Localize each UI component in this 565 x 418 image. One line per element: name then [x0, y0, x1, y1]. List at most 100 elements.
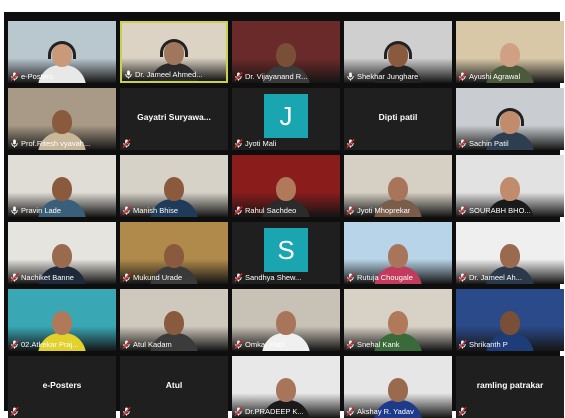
participant-name: Sachin Patil: [469, 139, 509, 148]
participant-name: Atul Kadam: [133, 340, 172, 349]
participant-label: Shrikanth P: [458, 340, 508, 349]
participant-name: Pravin Lade: [21, 206, 62, 215]
participant-name: Dr. Vijayanand R...: [245, 72, 308, 81]
mic-muted-icon: [234, 340, 243, 349]
mic-muted-icon: [10, 407, 19, 416]
participant-name: Sandhya Shew...: [245, 273, 302, 282]
participant-tile[interactable]: e-Posters: [8, 356, 116, 418]
mic-muted-icon: [458, 273, 467, 282]
participant-label: Sandhya Shew...: [234, 273, 301, 282]
participant-name: Prof.Ritesh vyavah...: [21, 139, 91, 148]
participant-label: [10, 407, 21, 416]
mic-muted-icon: [346, 407, 355, 416]
participant-tile[interactable]: SOURABH BHO...: [456, 155, 564, 217]
headset-icon: [496, 108, 524, 126]
participant-name-center: e-Posters: [42, 380, 82, 390]
participant-name: Dr. Jameel Ahmed...: [135, 70, 203, 79]
mic-muted-icon: [234, 407, 243, 416]
participant-label: Rutuja Chougale: [346, 273, 413, 282]
participant-tile[interactable]: e-Posters: [8, 21, 116, 83]
participant-tile[interactable]: S Sandhya Shew...: [232, 222, 340, 284]
participant-name: Dr.PRADEEP K...: [245, 407, 304, 416]
mic-muted-icon: [458, 340, 467, 349]
participant-label: Pravin Lade: [10, 206, 61, 215]
participant-label: Atul Kadam: [122, 340, 172, 349]
participant-label: Omkar Patil: [234, 340, 284, 349]
participant-name: Dr. Jameel Ah...: [469, 273, 522, 282]
participant-label: Dr.PRADEEP K...: [234, 407, 304, 416]
participant-tile[interactable]: Dr. Jameel Ahmed...: [120, 21, 228, 83]
participant-tile[interactable]: ramling patrakar: [456, 356, 564, 418]
participant-label: Manish Bhise: [122, 206, 178, 215]
participant-tile[interactable]: Dr. Jameel Ah...: [456, 222, 564, 284]
participant-label: Akshay R. Yadav: [346, 407, 414, 416]
video-gallery: e-Posters Dr. Jameel Ahmed... Dr. Vijayana…: [4, 12, 564, 418]
participant-tile[interactable]: Nachiket Banne: [8, 222, 116, 284]
participant-name: Ayushi Agrawal: [469, 72, 521, 81]
participant-tile[interactable]: Dipti patil: [344, 88, 452, 150]
participant-tile[interactable]: Shekhar Junghare: [344, 21, 452, 83]
mic-muted-icon: [346, 206, 355, 215]
participant-tile[interactable]: Dr. Vijayanand R...: [232, 21, 340, 83]
participant-label: Dr. Vijayanand R...: [234, 72, 307, 81]
participant-label: Nachiket Banne: [10, 273, 74, 282]
participant-name: Snehal Kank: [357, 340, 400, 349]
participant-name: Omkar Patil: [245, 340, 285, 349]
participant-label: [458, 407, 469, 416]
mic-muted-icon: [346, 340, 355, 349]
participant-tile[interactable]: Dr.PRADEEP K...: [232, 356, 340, 418]
participant-tile[interactable]: Prof.Ritesh vyavah...: [8, 88, 116, 150]
mic-muted-icon: [122, 340, 131, 349]
participant-tile[interactable]: Atul: [120, 356, 228, 418]
mic-icon: [346, 72, 355, 81]
participant-name-center: ramling patrakar: [476, 380, 544, 390]
participant-label: Mukund Urade: [122, 273, 182, 282]
participant-label: Dr. Jameel Ah...: [458, 273, 522, 282]
mic-muted-icon: [346, 139, 355, 148]
mic-muted-icon: [346, 273, 355, 282]
participant-name: SOURABH BHO...: [469, 206, 531, 215]
participant-tile[interactable]: Snehal Kank: [344, 289, 452, 351]
participant-name: Shekhar Junghare: [357, 72, 419, 81]
participant-tile[interactable]: Rutuja Chougale: [344, 222, 452, 284]
participant-name: Mukund Urade: [133, 273, 183, 282]
mic-muted-icon: [10, 72, 19, 81]
participant-tile[interactable]: Rahul Sachdeo: [232, 155, 340, 217]
participant-tile[interactable]: Jyoti Mhoprekar: [344, 155, 452, 217]
participant-tile[interactable]: Mukund Urade: [120, 222, 228, 284]
participant-label: Ayushi Agrawal: [458, 72, 520, 81]
participant-label: Snehal Kank: [346, 340, 400, 349]
participant-label: e-Posters: [10, 72, 53, 81]
participant-label: Dr. Jameel Ahmed...: [124, 70, 203, 79]
participant-label: [346, 139, 357, 148]
participant-tile[interactable]: Pravin Lade: [8, 155, 116, 217]
participant-name: Shrikanth P: [469, 340, 508, 349]
participant-tile[interactable]: Atul Kadam: [120, 289, 228, 351]
mic-muted-icon: [10, 340, 19, 349]
mic-muted-icon: [458, 206, 467, 215]
headset-icon: [48, 41, 76, 59]
participant-tile[interactable]: Akshay R. Yadav: [344, 356, 452, 418]
participant-name: 02.Atkekar Praj...: [21, 340, 79, 349]
participant-label: [122, 407, 133, 416]
participant-tile[interactable]: Shrikanth P: [456, 289, 564, 351]
participant-tile[interactable]: 02.Atkekar Praj...: [8, 289, 116, 351]
participant-name: Akshay R. Yadav: [357, 407, 414, 416]
participant-name-center: Dipti patil: [378, 112, 418, 122]
mic-muted-icon: [122, 273, 131, 282]
mic-muted-icon: [122, 139, 131, 148]
participant-label: 02.Atkekar Praj...: [10, 340, 79, 349]
participant-tile[interactable]: Gayatri Suryawa...: [120, 88, 228, 150]
participant-tile[interactable]: J Jyoti Mali: [232, 88, 340, 150]
mic-muted-icon: [122, 206, 131, 215]
participant-tile[interactable]: Manish Bhise: [120, 155, 228, 217]
participant-label: Prof.Ritesh vyavah...: [10, 139, 90, 148]
participant-tile[interactable]: Omkar Patil: [232, 289, 340, 351]
mic-muted-icon: [234, 139, 243, 148]
mic-muted-icon: [10, 273, 19, 282]
participant-label: [122, 139, 133, 148]
mic-icon: [10, 206, 19, 215]
participant-label: Sachin Patil: [458, 139, 509, 148]
participant-tile[interactable]: Ayushi Agrawal: [456, 21, 564, 83]
participant-tile[interactable]: Sachin Patil: [456, 88, 564, 150]
